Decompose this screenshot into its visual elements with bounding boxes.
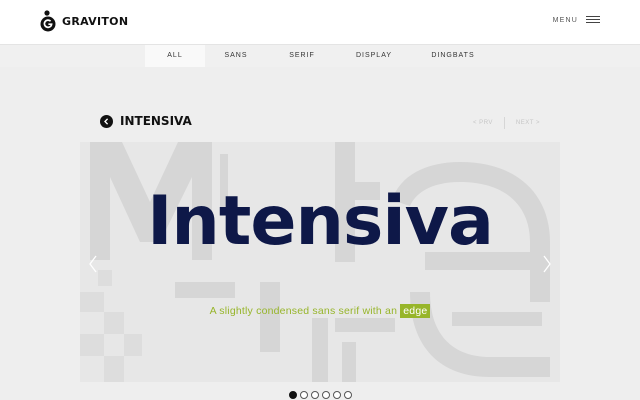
menu-label: MENU <box>552 16 578 24</box>
pagination-dot[interactable] <box>299 391 308 399</box>
pagination-dot[interactable] <box>288 391 297 399</box>
font-tagline: A slightly condensed sans serif with an … <box>80 304 560 318</box>
hamburger-icon <box>586 16 600 24</box>
font-preview-slide: Intensiva A slightly condensed sans seri… <box>80 142 560 382</box>
site-header: GRAVITON MENU <box>0 0 640 45</box>
pagination-dot[interactable] <box>332 391 341 399</box>
back-button[interactable] <box>100 114 113 128</box>
graviton-logo-icon <box>40 10 56 32</box>
filter-dingbats[interactable]: DINGBATS <box>425 45 481 67</box>
slide-pagination <box>0 391 640 399</box>
font-pager: < PRV NEXT > <box>473 117 540 129</box>
tagline-text: A slightly condensed sans serif with an <box>209 305 398 317</box>
decorative-glyph-background <box>80 142 550 382</box>
logo[interactable]: GRAVITON <box>40 10 128 32</box>
tagline-highlight: edge <box>400 304 431 318</box>
slide-prev-button[interactable] <box>88 255 98 273</box>
chevron-left-circle-icon <box>104 117 109 125</box>
filter-serif[interactable]: SERIF <box>278 45 326 67</box>
next-font-link[interactable]: NEXT > <box>516 120 540 126</box>
pagination-dot[interactable] <box>321 391 330 399</box>
font-title-row: INTENSIVA <box>100 114 192 128</box>
prev-font-link[interactable]: < PRV <box>473 120 493 126</box>
chevron-left-icon <box>89 255 97 273</box>
menu-button[interactable]: MENU <box>553 16 600 24</box>
category-filter-bar: ALL SANS SERIF DISPLAY DINGBATS <box>0 45 640 67</box>
pager-divider <box>503 117 505 129</box>
page-title: INTENSIVA <box>120 114 192 128</box>
filter-display[interactable]: DISPLAY <box>348 45 400 67</box>
font-specimen-name: Intensiva <box>147 182 494 261</box>
slide-next-button[interactable] <box>542 255 552 273</box>
chevron-right-icon <box>543 255 551 273</box>
logo-wordmark: GRAVITON <box>62 14 129 28</box>
filter-all[interactable]: ALL <box>145 45 205 67</box>
pagination-dot[interactable] <box>310 391 319 399</box>
filter-sans[interactable]: SANS <box>212 45 260 67</box>
pagination-dot[interactable] <box>343 391 352 399</box>
